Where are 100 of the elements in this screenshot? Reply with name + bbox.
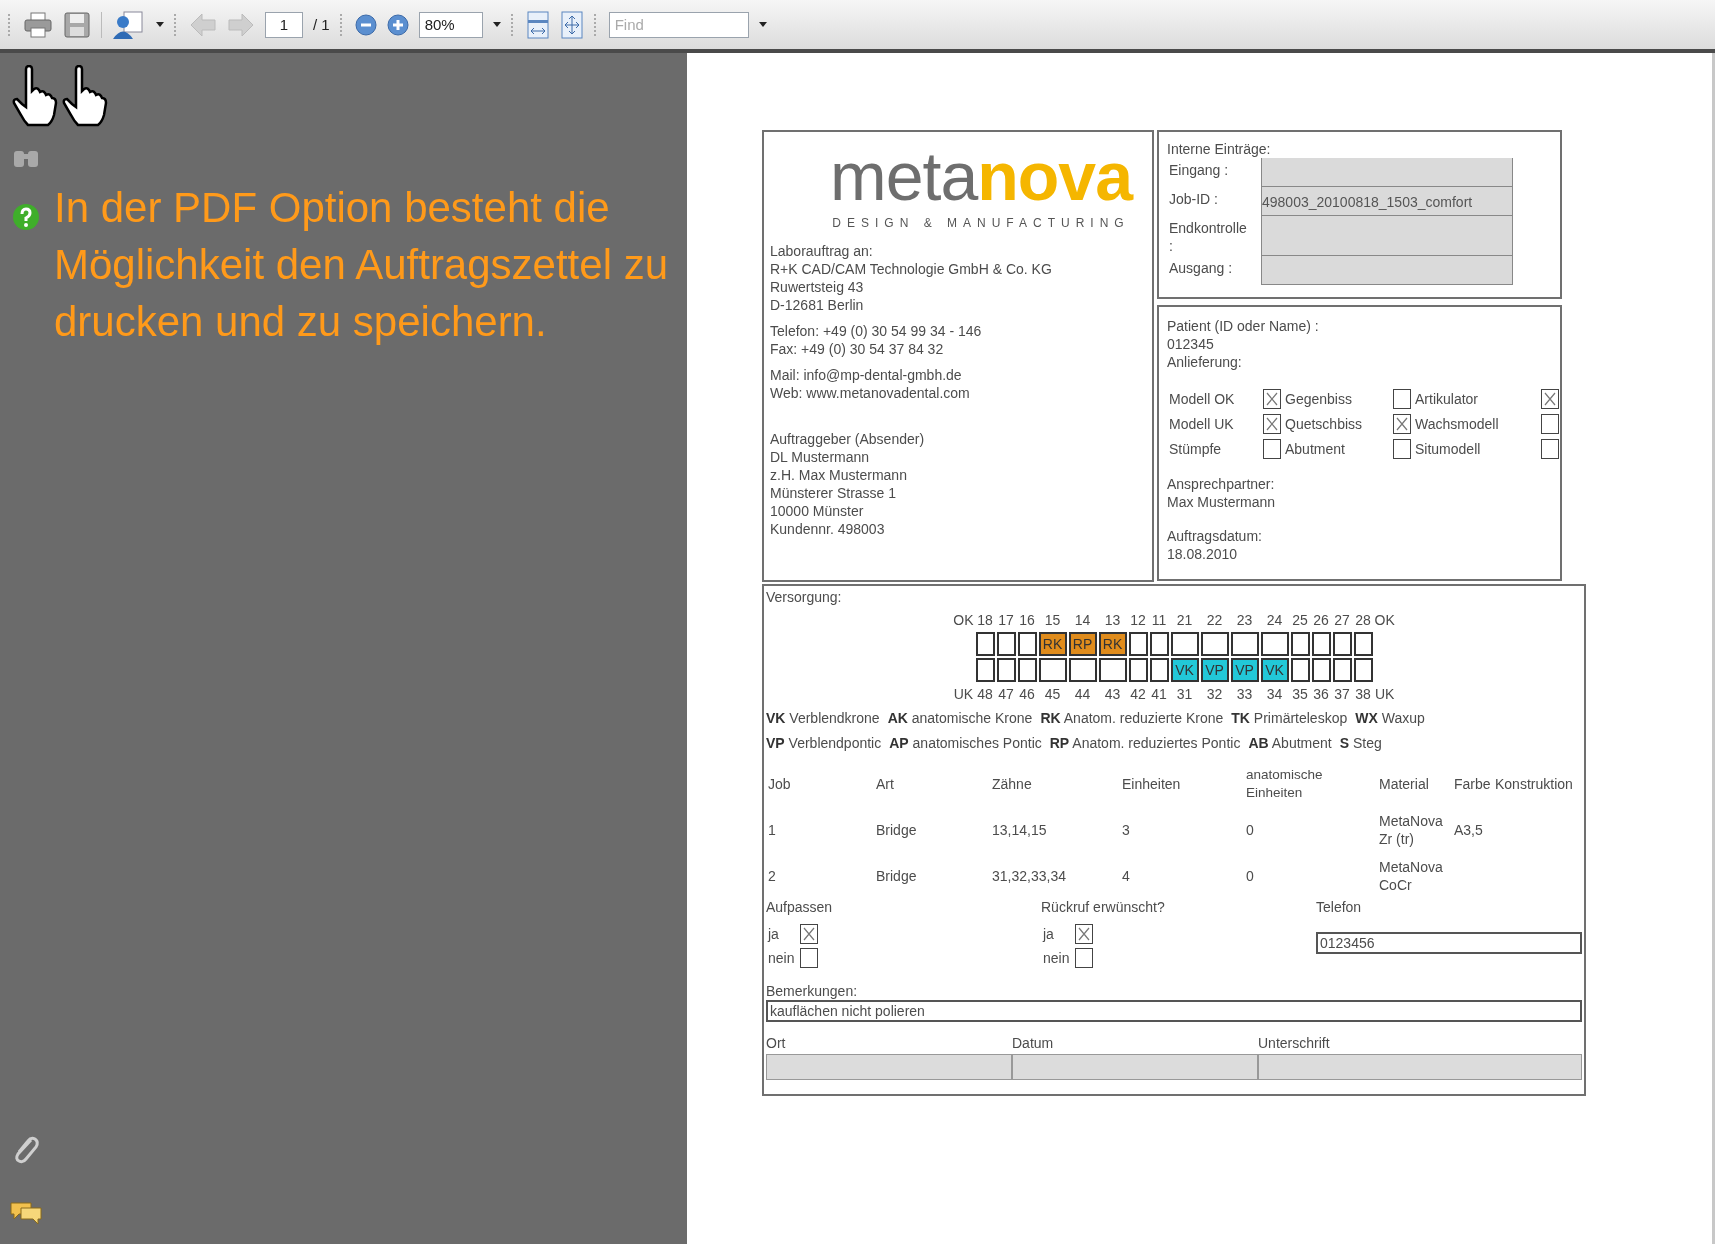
- form-field[interactable]: 498003_20100818_1503_comfort: [1261, 187, 1513, 216]
- zoom-field[interactable]: 80%: [418, 11, 483, 38]
- section-title: Interne Einträge:: [1167, 140, 1272, 158]
- tooth-cell[interactable]: [1068, 658, 1097, 682]
- checkbox[interactable]: [1263, 414, 1281, 434]
- caret-icon[interactable]: [492, 21, 501, 28]
- field-value: 012345: [1167, 335, 1215, 353]
- tooth-cell[interactable]: [1290, 632, 1310, 656]
- tooth-cell[interactable]: VK: [1170, 658, 1199, 682]
- checkbox[interactable]: [1393, 439, 1411, 459]
- form-field[interactable]: [1258, 1054, 1582, 1080]
- tooth-cell[interactable]: RP: [1068, 632, 1097, 656]
- table-cell-text: MetaNova Zr (tr): [1378, 812, 1444, 848]
- checkbox[interactable]: [800, 924, 818, 944]
- checkbox[interactable]: [1075, 924, 1093, 944]
- tooth-cell[interactable]: VK: [1260, 658, 1289, 682]
- jaw-label: UK: [1374, 685, 1395, 704]
- tooth-cell[interactable]: [1098, 658, 1127, 682]
- fit-width-icon[interactable]: [525, 10, 550, 39]
- zoom-out-icon[interactable]: [354, 13, 377, 36]
- address-line: Mail: info@mp-dental-gmbh.de: [770, 366, 963, 384]
- checkbox[interactable]: [1075, 948, 1093, 968]
- checkbox-label: ja: [766, 926, 780, 942]
- column-header: Art: [875, 775, 895, 793]
- table-cell-text: 2: [767, 867, 777, 885]
- tooth-cell[interactable]: [1149, 658, 1169, 682]
- tooth-cell[interactable]: [1260, 632, 1289, 656]
- checkbox[interactable]: [1541, 389, 1559, 409]
- user-document-icon[interactable]: [112, 9, 146, 40]
- tooth-cell[interactable]: [1311, 658, 1331, 682]
- tooth-cell[interactable]: [1128, 658, 1148, 682]
- tooth-number: 12: [1130, 611, 1146, 630]
- tooth-number: 35: [1292, 685, 1308, 704]
- field-label: Auftragsdatum:: [1167, 527, 1263, 545]
- tooth-cell[interactable]: [1353, 632, 1373, 656]
- tooth-cell[interactable]: [1017, 658, 1037, 682]
- fit-page-icon[interactable]: [559, 10, 584, 39]
- legend-entry: VK Verblendkrone: [766, 709, 880, 728]
- save-icon[interactable]: [63, 10, 91, 39]
- tooth-number: 43: [1104, 685, 1121, 704]
- tooth-cell[interactable]: [996, 632, 1016, 656]
- tooth-number: 47: [998, 685, 1014, 704]
- tooth-number: 11: [1151, 611, 1167, 630]
- hand-cursor-icon: [12, 65, 58, 127]
- tooth-cell[interactable]: [975, 632, 995, 656]
- tooth-cell[interactable]: [1170, 632, 1199, 656]
- checkbox[interactable]: [800, 948, 818, 968]
- caret-icon[interactable]: [758, 21, 767, 28]
- tooth-cell[interactable]: [1332, 658, 1352, 682]
- zoom-in-icon[interactable]: [386, 13, 409, 36]
- tooth-cell[interactable]: [996, 658, 1016, 682]
- form-field[interactable]: [1012, 1054, 1258, 1080]
- print-icon[interactable]: [23, 10, 53, 39]
- page-number-field[interactable]: 1: [265, 11, 303, 38]
- field-label: Eingang :: [1168, 161, 1230, 180]
- tooth-cell[interactable]: [1230, 632, 1259, 656]
- form-field[interactable]: [1261, 158, 1513, 187]
- tooth-cell[interactable]: [1311, 632, 1331, 656]
- checkbox[interactable]: [1541, 414, 1559, 434]
- address-line: Telefon: +49 (0) 30 54 99 34 - 146: [770, 322, 983, 340]
- tooth-cell[interactable]: VP: [1230, 658, 1259, 682]
- tooth-cell[interactable]: [1332, 632, 1352, 656]
- checkbox-label: nein: [767, 950, 796, 966]
- form-field[interactable]: [766, 1054, 1012, 1080]
- comments-icon[interactable]: [9, 1200, 43, 1226]
- field-label: Endkontrolle :: [1168, 219, 1247, 256]
- tooth-cell[interactable]: [1017, 632, 1037, 656]
- checkbox-label: Stümpfe: [1168, 441, 1223, 457]
- tooth-cell[interactable]: [1149, 632, 1169, 656]
- tooth-cell[interactable]: VP: [1200, 658, 1229, 682]
- table-cell-text: Bridge: [875, 867, 918, 885]
- checkbox[interactable]: [1541, 439, 1559, 459]
- remarks-field[interactable]: kauflächen nicht polieren: [766, 1000, 1582, 1022]
- tooth-cell[interactable]: [1290, 658, 1310, 682]
- jaw-label: OK: [953, 611, 974, 630]
- checkbox[interactable]: [1263, 439, 1281, 459]
- hand-cursor-icon: [62, 65, 108, 127]
- tooth-number: 36: [1313, 685, 1329, 704]
- tooth-cell[interactable]: [1038, 658, 1067, 682]
- table-cell-text: MetaNova CoCr: [1378, 858, 1444, 894]
- tooth-number: 25: [1292, 611, 1308, 630]
- checkbox[interactable]: [1393, 414, 1411, 434]
- tooth-cell[interactable]: [1200, 632, 1229, 656]
- tooth-cell[interactable]: RK: [1038, 632, 1067, 656]
- form-field[interactable]: [1261, 216, 1513, 256]
- tooth-cell[interactable]: [975, 658, 995, 682]
- help-icon[interactable]: [12, 203, 40, 231]
- form-field[interactable]: [1261, 256, 1513, 285]
- tooth-cell[interactable]: RK: [1098, 632, 1127, 656]
- tooth-cell[interactable]: [1128, 632, 1148, 656]
- find-field[interactable]: Find: [608, 11, 749, 38]
- caret-icon[interactable]: [156, 21, 164, 28]
- column-header: Farbe: [1453, 775, 1492, 793]
- tooth-cell[interactable]: [1353, 658, 1373, 682]
- field-label: Anlieferung:: [1167, 353, 1243, 371]
- phone-field[interactable]: 0123456: [1316, 932, 1582, 954]
- field-value: Max Mustermann: [1167, 493, 1277, 511]
- logo-tagline: DESIGN & MANUFACTURING: [832, 216, 1130, 230]
- checkbox[interactable]: [1263, 389, 1281, 409]
- checkbox[interactable]: [1393, 389, 1411, 409]
